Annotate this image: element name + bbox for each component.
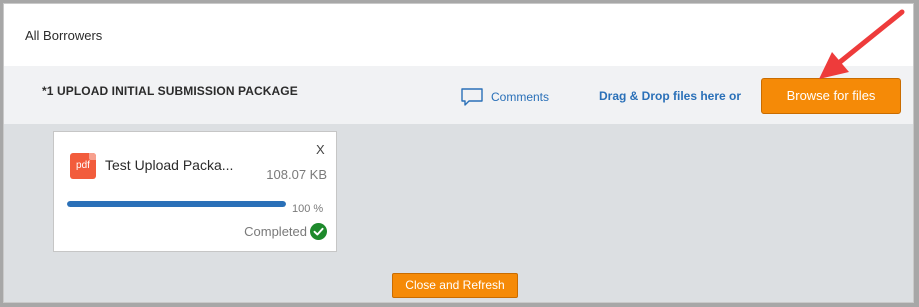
upload-progress-bar (67, 201, 286, 207)
close-and-refresh-button[interactable]: Close and Refresh (392, 273, 518, 298)
progress-percent: 100 % (292, 203, 324, 215)
browse-files-button[interactable]: Browse for files (761, 78, 901, 114)
comments-label: Comments (491, 90, 550, 104)
comments-link[interactable]: Comments (460, 87, 549, 107)
upload-panel: All Borrowers *1 UPLOAD INITIAL SUBMISSI… (3, 3, 914, 303)
upload-status: Completed (244, 223, 327, 240)
check-circle-icon (310, 223, 327, 240)
upload-progress-fill (67, 201, 286, 207)
pdf-file-icon: pdf (70, 153, 96, 179)
uploaded-file-card: X pdf Test Upload Packa... 108.07 KB 100… (53, 131, 337, 252)
upload-section-header: *1 UPLOAD INITIAL SUBMISSION PACKAGE Com… (4, 66, 913, 124)
section-title: *1 UPLOAD INITIAL SUBMISSION PACKAGE (42, 84, 298, 98)
drag-drop-text: Drag & Drop files here or (599, 89, 742, 103)
comment-bubble-icon (461, 88, 483, 106)
file-size: 108.07 KB (266, 167, 327, 182)
file-name: Test Upload Packa... (105, 157, 234, 173)
page-title: All Borrowers (25, 28, 103, 43)
status-label: Completed (244, 224, 307, 239)
remove-file-button[interactable]: X (316, 142, 325, 157)
top-bar: All Borrowers (4, 4, 913, 66)
